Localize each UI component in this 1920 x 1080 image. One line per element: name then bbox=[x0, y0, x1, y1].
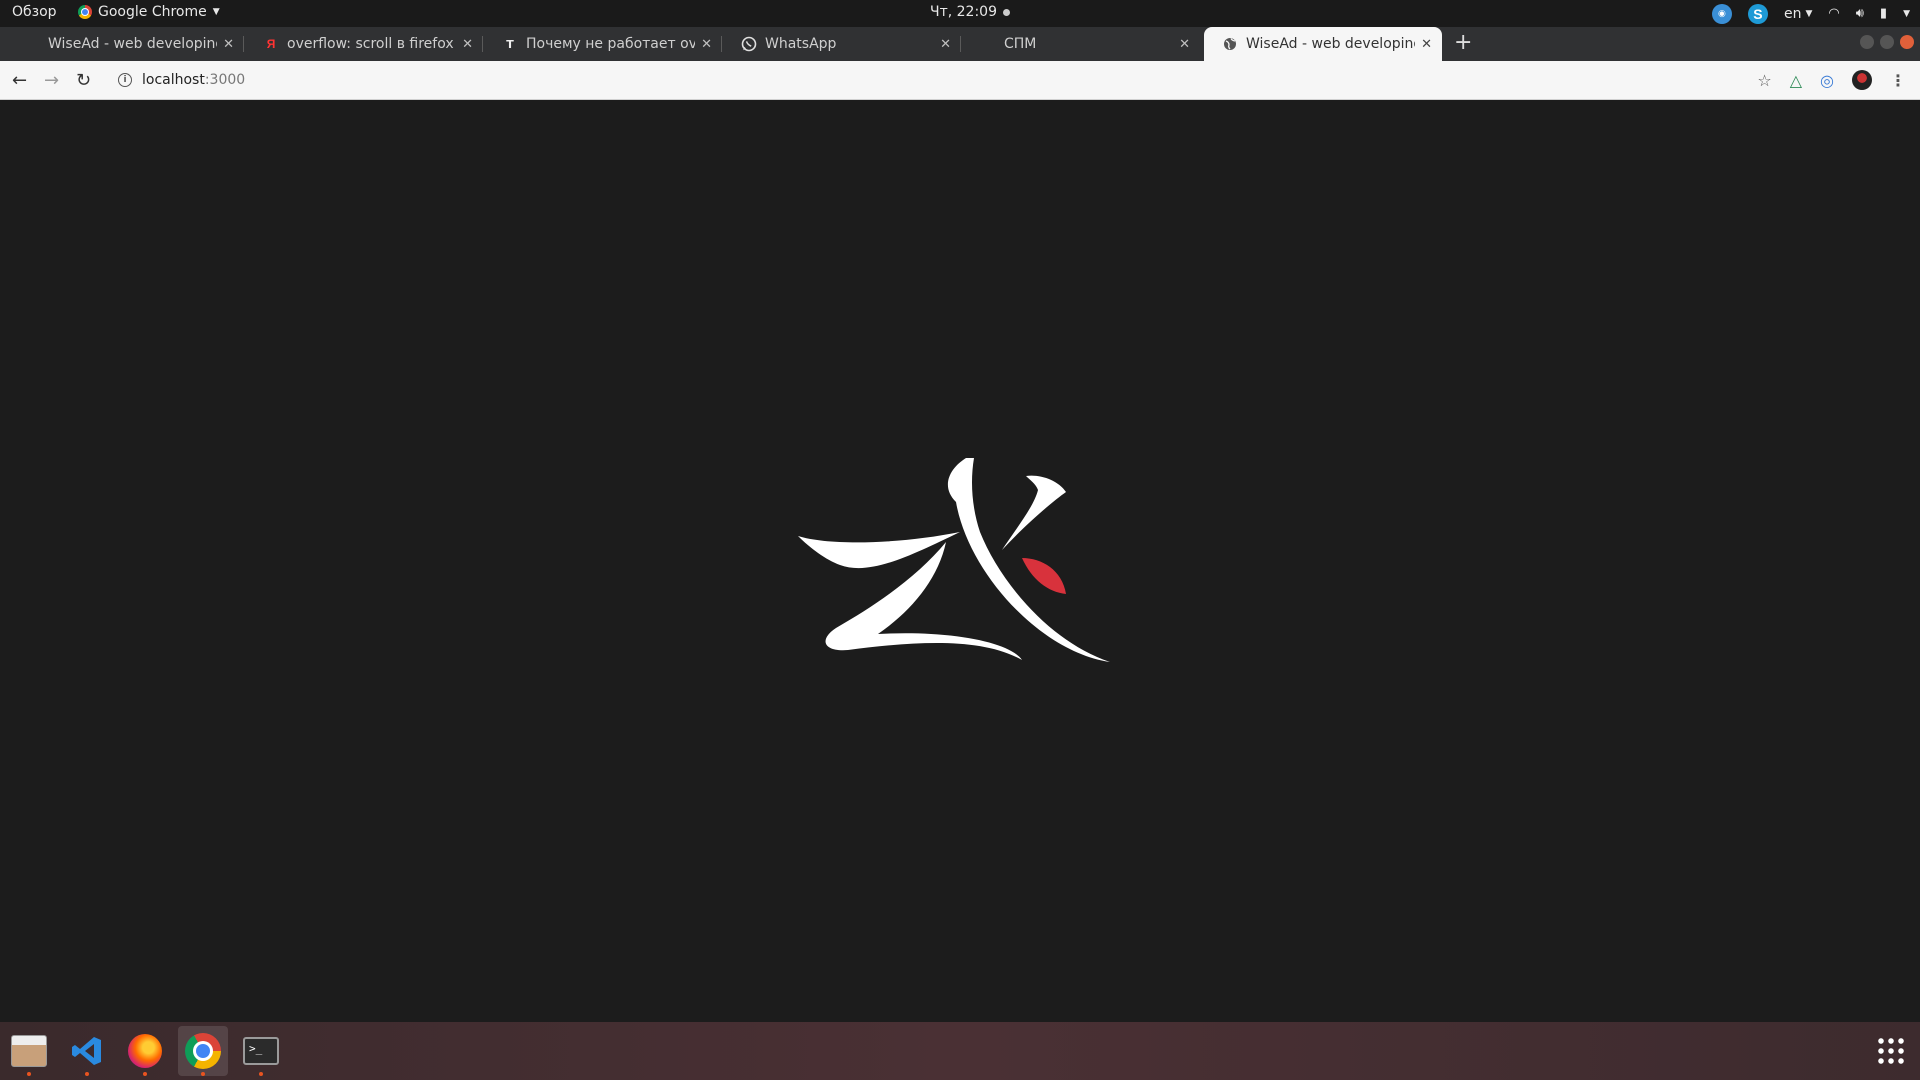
toster-icon: T bbox=[506, 37, 514, 51]
dock-item-terminal[interactable]: >_ bbox=[236, 1026, 286, 1076]
app-menu-label: Google Chrome bbox=[98, 4, 207, 20]
show-applications-icon[interactable] bbox=[1876, 1036, 1906, 1066]
url-host: localhost bbox=[142, 72, 205, 88]
browser-toolbar: ← → ↻ i localhost:3000 ☆ △ ◎ ⋮ bbox=[0, 61, 1920, 100]
info-icon[interactable]: i bbox=[118, 73, 132, 87]
close-icon[interactable]: ✕ bbox=[940, 37, 951, 52]
vue-devtools-icon[interactable]: △ bbox=[1790, 71, 1802, 90]
files-icon bbox=[11, 1035, 47, 1067]
tab-title: WiseAd - web developing bbox=[48, 36, 218, 52]
clock[interactable]: Чт, 22:09 bbox=[930, 4, 1010, 20]
close-icon[interactable]: ✕ bbox=[223, 37, 234, 52]
terminal-icon: >_ bbox=[243, 1037, 279, 1065]
tab-title: WiseAd - web developing bbox=[1246, 36, 1416, 52]
tab-active[interactable]: WiseAd - web developing ✕ bbox=[1204, 27, 1442, 61]
tab-separator bbox=[721, 36, 722, 52]
chevron-down-icon: ▼ bbox=[212, 7, 220, 17]
system-tray: ◉ S en ▼ ◠ 🔊︎ ▮ ▼ bbox=[1711, 0, 1910, 27]
system-top-bar: Обзор Google Chrome ▼ Чт, 22:09 ◉ S en ▼… bbox=[0, 0, 1920, 27]
extension-icon[interactable]: ◎ bbox=[1820, 71, 1834, 90]
volume-icon[interactable]: 🔊︎ bbox=[1856, 6, 1864, 21]
page-viewport bbox=[0, 100, 1920, 1022]
tab-title: overflow: scroll в firefox bbox=[287, 36, 454, 52]
firefox-icon bbox=[128, 1034, 162, 1068]
tray-app-icon[interactable]: ◉ bbox=[1711, 3, 1732, 24]
tab[interactable]: Я overflow: scroll в firefox ✕ bbox=[245, 27, 483, 61]
close-icon[interactable]: ✕ bbox=[1421, 37, 1432, 52]
close-icon[interactable]: ✕ bbox=[1179, 37, 1190, 52]
reload-icon[interactable]: ↻ bbox=[76, 61, 91, 99]
dock-item-chrome[interactable] bbox=[178, 1026, 228, 1076]
activities-button[interactable]: Обзор bbox=[12, 4, 57, 20]
clock-label: Чт, 22:09 bbox=[930, 4, 997, 20]
tab-title: СПМ bbox=[1004, 36, 1037, 52]
tab[interactable]: СПМ ✕ bbox=[962, 27, 1200, 61]
toolbar-actions: ☆ △ ◎ ⋮ bbox=[1757, 61, 1906, 99]
running-indicator bbox=[201, 1072, 205, 1076]
chrome-icon bbox=[78, 5, 92, 19]
tab[interactable]: WiseAd - web developing ✕ bbox=[6, 27, 244, 61]
tab-separator bbox=[482, 36, 483, 52]
app-menu[interactable]: Google Chrome ▼ bbox=[78, 4, 220, 20]
dock-item-files[interactable] bbox=[4, 1026, 54, 1076]
blank-favicon-icon bbox=[980, 36, 996, 52]
vscode-icon bbox=[72, 1037, 101, 1065]
wifi-icon[interactable]: ◠ bbox=[1828, 6, 1839, 21]
new-tab-button[interactable]: + bbox=[1454, 31, 1472, 55]
window-controls bbox=[1860, 35, 1914, 49]
close-icon[interactable]: ✕ bbox=[462, 37, 473, 52]
logo-stroke bbox=[1002, 475, 1066, 550]
menu-kebab-icon[interactable]: ⋮ bbox=[1890, 71, 1906, 90]
globe-icon bbox=[1222, 36, 1238, 52]
tab-separator bbox=[960, 36, 961, 52]
running-indicator bbox=[85, 1072, 89, 1076]
close-window-button[interactable] bbox=[1900, 35, 1914, 49]
minimize-button[interactable] bbox=[1860, 35, 1874, 49]
skype-icon[interactable]: S bbox=[1747, 3, 1768, 24]
wisead-favicon-icon bbox=[24, 36, 40, 52]
url-port: :3000 bbox=[204, 72, 246, 88]
dock-item-vscode[interactable] bbox=[62, 1026, 112, 1076]
yandex-icon: Я bbox=[266, 37, 276, 51]
running-indicator bbox=[27, 1072, 31, 1076]
running-indicator bbox=[143, 1072, 147, 1076]
dock-item-firefox[interactable] bbox=[120, 1026, 170, 1076]
running-indicator bbox=[259, 1072, 263, 1076]
tab-separator bbox=[243, 36, 244, 52]
chevron-down-icon: ▼ bbox=[1805, 8, 1813, 19]
profile-avatar[interactable] bbox=[1852, 70, 1872, 90]
maximize-button[interactable] bbox=[1880, 35, 1894, 49]
close-icon[interactable]: ✕ bbox=[701, 37, 712, 52]
back-arrow-icon[interactable]: ← bbox=[12, 61, 27, 99]
tab-strip: WiseAd - web developing ✕ Я overflow: sc… bbox=[0, 27, 1920, 61]
forward-arrow-icon[interactable]: → bbox=[44, 61, 59, 99]
chrome-icon bbox=[185, 1033, 221, 1069]
omnibox[interactable]: i localhost:3000 bbox=[118, 61, 245, 99]
tab[interactable]: WhatsApp ✕ bbox=[723, 27, 961, 61]
dock: >_ bbox=[0, 1022, 1920, 1080]
language-selector[interactable]: en ▼ bbox=[1784, 6, 1812, 22]
tab[interactable]: T Почему не работает overflow ✕ bbox=[484, 27, 722, 61]
tab-title: WhatsApp bbox=[765, 36, 837, 52]
whatsapp-icon bbox=[741, 36, 757, 52]
language-label: en bbox=[1783, 5, 1802, 22]
wisead-logo bbox=[798, 458, 1110, 662]
battery-icon[interactable]: ▮ bbox=[1880, 6, 1887, 21]
bookmark-star-icon[interactable]: ☆ bbox=[1757, 71, 1771, 90]
notification-dot-icon bbox=[1003, 8, 1010, 16]
logo-accent bbox=[1022, 558, 1066, 594]
tab-title: Почему не работает overflow bbox=[526, 36, 696, 52]
system-menu-chevron-icon[interactable]: ▼ bbox=[1903, 9, 1910, 19]
